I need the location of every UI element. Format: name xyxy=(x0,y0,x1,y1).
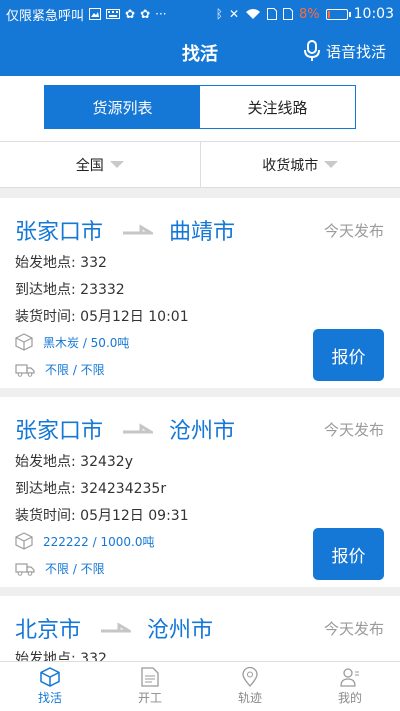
voice-search-button[interactable]: 语音找活 xyxy=(303,40,386,62)
vehicle-info: 不限 / 不限 xyxy=(15,560,105,577)
destination-label: 到达地点: xyxy=(15,481,81,497)
loading-time-label: 装货时间: xyxy=(15,309,81,325)
truck-icon xyxy=(15,363,35,377)
quote-button[interactable]: 报价 xyxy=(313,329,384,381)
destination-line: 到达地点: 23332 xyxy=(15,279,125,299)
microphone-icon xyxy=(303,40,320,61)
origin-label: 始发地点: xyxy=(15,454,81,470)
battery-percent: 8% xyxy=(299,6,320,22)
route-to: 沧州市 xyxy=(169,419,236,444)
nav-find-work-label: 找活 xyxy=(37,691,62,705)
voice-search-label: 语音找活 xyxy=(325,42,386,61)
origin-value: 332 xyxy=(80,651,107,661)
tab-followed-routes[interactable]: 关注线路 xyxy=(200,86,355,128)
origin-value: 32432y xyxy=(80,454,133,470)
cargo-info: 222222 / 1000.0吨 xyxy=(15,532,154,550)
nav-track-label: 轨迹 xyxy=(237,691,262,705)
published-label: 今天发布 xyxy=(323,222,384,240)
route-arrow-icon xyxy=(101,622,132,633)
paw-notification-icon-2: ✿ xyxy=(140,7,151,21)
destination-filter-label: 收货城市 xyxy=(262,157,319,174)
origin-line: 始发地点: 332 xyxy=(15,252,107,272)
route-from: 北京市 xyxy=(15,618,82,643)
loading-time-value: 05月12日 09:31 xyxy=(80,508,189,524)
destination-value: 23332 xyxy=(80,282,125,298)
nav-track[interactable]: 轨迹 xyxy=(200,662,300,711)
route-from: 张家口市 xyxy=(15,220,104,245)
cargo-text: 黑木炭 / 50.0吨 xyxy=(43,335,130,350)
origin-label: 始发地点: xyxy=(15,255,81,271)
clock: 10:03 xyxy=(353,6,394,22)
origin-label: 始发地点: xyxy=(15,651,81,661)
vehicle-text: 不限 / 不限 xyxy=(45,562,105,576)
status-bar: 仅限紧急呼叫 ✿ ✿ ··· ᛒ ✕ 8% 10:03 xyxy=(0,0,400,28)
keyboard-notification-icon xyxy=(106,9,121,19)
tab-cargo-list[interactable]: 货源列表 xyxy=(45,86,200,128)
nav-profile-label: 我的 xyxy=(337,691,362,705)
carrier-text: 仅限紧急呼叫 xyxy=(6,8,85,24)
tab-bar: 货源列表 关注线路 xyxy=(0,76,400,141)
route-from: 张家口市 xyxy=(15,419,104,444)
sim-icon xyxy=(267,8,278,20)
nav-start-work[interactable]: 开工 xyxy=(100,662,200,711)
vehicle-text: 不限 / 不限 xyxy=(45,363,105,377)
published-label: 今天发布 xyxy=(323,421,384,439)
origin-filter-label: 全国 xyxy=(75,157,104,174)
route: 北京市 沧州市 xyxy=(15,612,213,644)
user-icon xyxy=(340,668,359,687)
loading-time-value: 05月12日 10:01 xyxy=(80,309,189,325)
origin-line: 始发地点: 32432y xyxy=(15,451,133,471)
nav-start-work-label: 开工 xyxy=(137,691,162,705)
cargo-text: 222222 / 1000.0吨 xyxy=(43,534,155,549)
vehicle-info: 不限 / 不限 xyxy=(15,361,105,378)
cargo-card[interactable]: 张家口市 沧州市 今天发布 始发地点: 32432y 到达地点: 3242342… xyxy=(0,397,400,587)
loading-time-label: 装货时间: xyxy=(15,508,81,524)
vibrate-icon: ✕ xyxy=(228,7,240,21)
nav-find-work[interactable]: 找活 xyxy=(0,662,100,711)
route: 张家口市 沧州市 xyxy=(15,413,235,445)
cargo-info: 黑木炭 / 50.0吨 xyxy=(15,333,129,351)
destination-value: 324234235r xyxy=(80,481,167,497)
route-to: 曲靖市 xyxy=(169,220,236,245)
notification-icons: ✿ ✿ ··· xyxy=(89,7,167,21)
package-icon xyxy=(15,532,33,550)
paw-notification-icon: ✿ xyxy=(125,7,136,21)
filter-bar: 全国 收货城市 xyxy=(0,141,400,188)
destination-line: 到达地点: 324234235r xyxy=(15,478,166,498)
route: 张家口市 曲靖市 xyxy=(15,214,235,246)
image-notification-icon xyxy=(89,8,102,20)
route-to: 沧州市 xyxy=(147,618,214,643)
bluetooth-icon: ᛒ xyxy=(215,7,223,21)
battery-icon xyxy=(325,8,351,20)
route-arrow-icon xyxy=(123,224,154,235)
nav-profile[interactable]: 我的 xyxy=(300,662,400,711)
box-icon xyxy=(40,667,60,687)
bottom-nav: 找活 开工 轨迹 我的 xyxy=(0,661,400,711)
cargo-card[interactable]: 北京市 沧州市 今天发布 始发地点: 332 xyxy=(0,596,400,661)
destination-label: 到达地点: xyxy=(15,282,81,298)
cargo-card[interactable]: 张家口市 曲靖市 今天发布 始发地点: 332 到达地点: 23332 装货时间… xyxy=(0,198,400,388)
origin-value: 332 xyxy=(80,255,107,271)
origin-line: 始发地点: 332 xyxy=(15,648,107,661)
origin-filter-dropdown[interactable]: 全国 xyxy=(0,142,200,187)
sim-icon-2 xyxy=(283,8,294,20)
chevron-down-icon xyxy=(324,161,339,168)
package-icon xyxy=(15,333,33,351)
destination-filter-dropdown[interactable]: 收货城市 xyxy=(199,142,400,187)
loading-time-line: 装货时间: 05月12日 09:31 xyxy=(15,505,189,525)
truck-icon xyxy=(15,562,35,576)
route-arrow-icon xyxy=(123,423,154,434)
document-icon xyxy=(141,667,159,687)
chevron-down-icon xyxy=(109,161,124,168)
quote-button[interactable]: 报价 xyxy=(313,528,384,580)
published-label: 今天发布 xyxy=(323,620,384,638)
segment-control: 货源列表 关注线路 xyxy=(44,85,356,129)
loading-time-line: 装货时间: 05月12日 10:01 xyxy=(15,306,189,326)
system-icons: ᛒ ✕ 8% 10:03 xyxy=(216,6,394,22)
more-notifications-icon: ··· xyxy=(155,7,167,21)
title-bar: 找活 语音找活 xyxy=(0,28,400,76)
location-pin-icon xyxy=(242,667,258,687)
wifi-icon xyxy=(246,9,261,19)
